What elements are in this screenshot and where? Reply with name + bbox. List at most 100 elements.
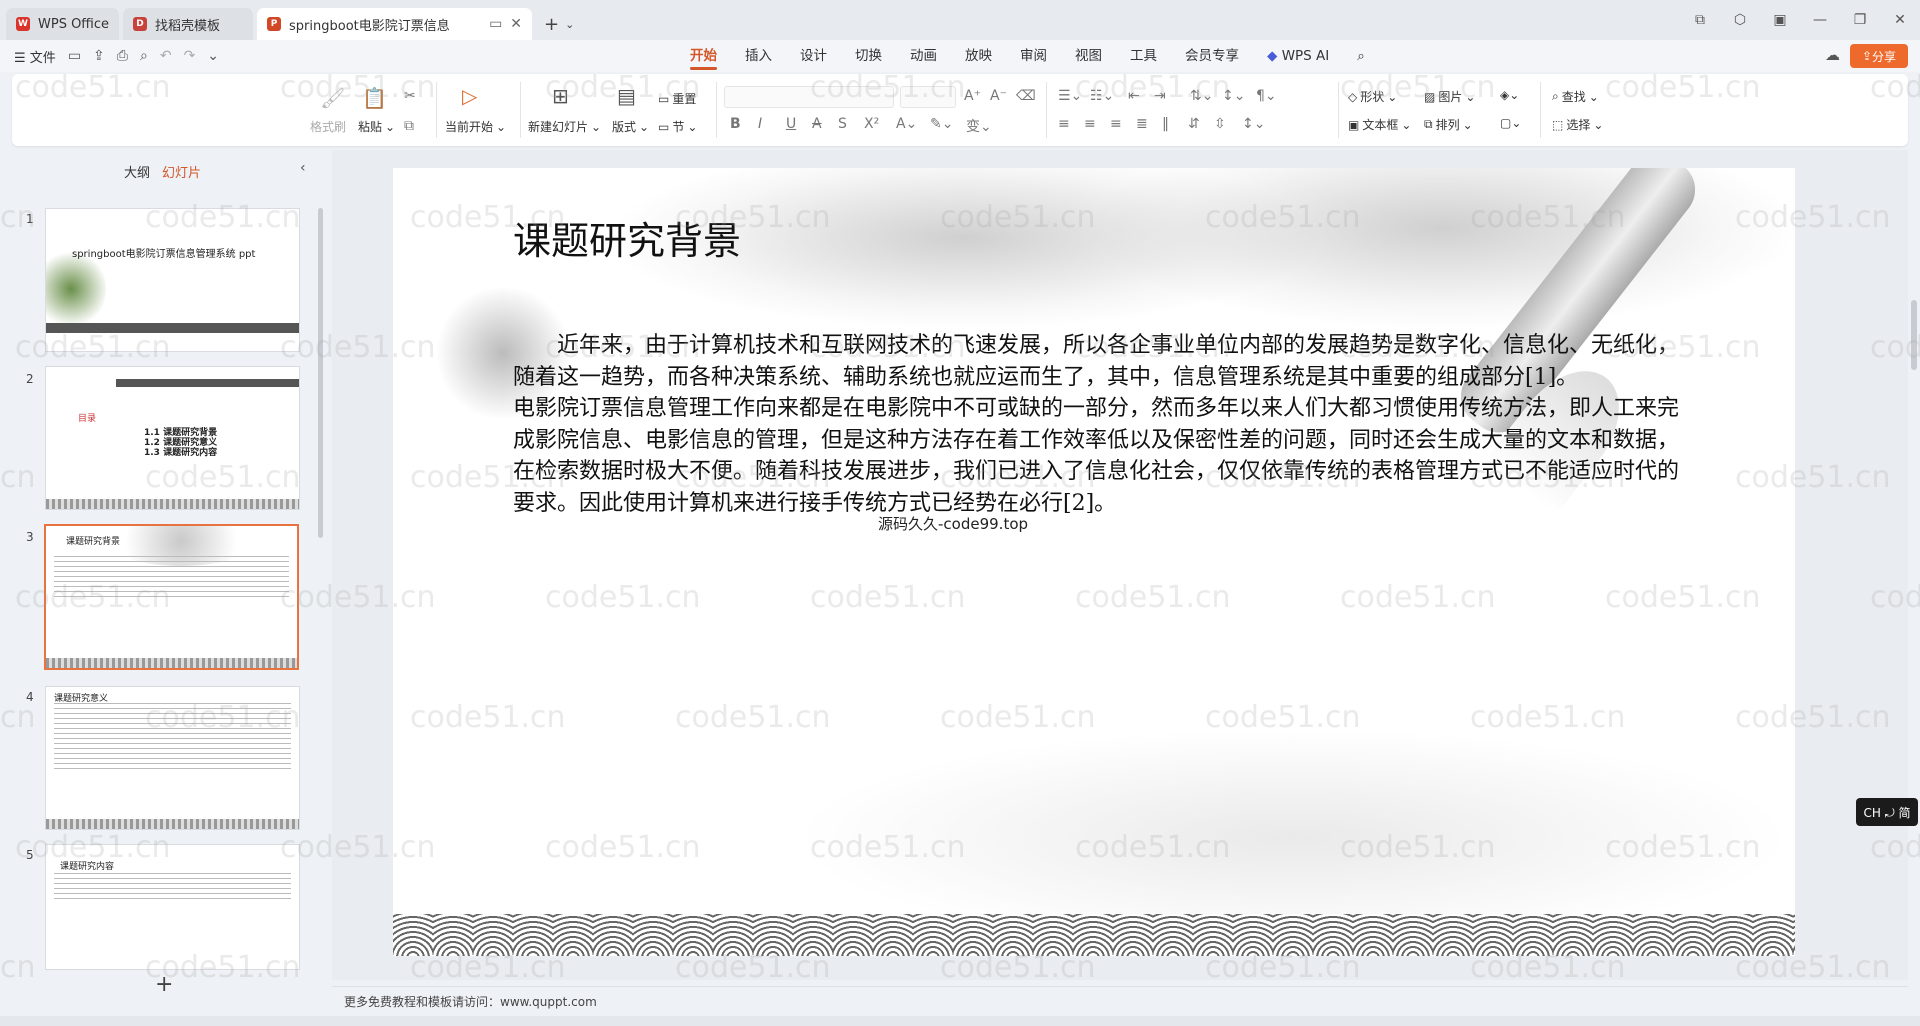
grow-font-icon[interactable]: A⁺ [964,88,981,104]
tab-wps-office[interactable]: W WPS Office [6,8,120,40]
canvas-scrollbar[interactable] [1908,150,1920,980]
tab-home[interactable]: 开始 [676,40,731,72]
find-button[interactable]: ⌕ 查找 ⌄ [1552,88,1599,105]
slide-body-textbox[interactable]: 近年来，由于计算机技术和互联网技术的飞速发展，所以各企事业单位内部的发展趋势是数… [513,330,1693,519]
tab-view[interactable]: 视图 [1061,40,1116,72]
select-button[interactable]: ⬚ 选择 ⌄ [1552,116,1603,133]
slide-thumbnail-3[interactable]: 课题研究背景 [44,524,299,670]
font-family-select[interactable] [724,86,894,108]
add-slide-button[interactable]: + [155,972,173,997]
shadow-icon[interactable]: S [838,116,847,132]
current-slide[interactable]: 课题研究背景 近年来，由于计算机技术和互联网技术的飞速发展，所以各企事业单位内部… [393,168,1795,956]
paste-button[interactable]: 粘贴 ⌄ [358,118,395,135]
tab-animation[interactable]: 动画 [896,40,951,72]
new-slide-icon[interactable]: ⊞ [552,84,569,108]
share-button[interactable]: ⇪ 分享 [1850,44,1908,68]
underline-icon[interactable]: U [786,116,796,132]
picture-button[interactable]: ▨ 图片 ⌄ [1424,88,1475,105]
tab-transition[interactable]: 切换 [841,40,896,72]
align-right-icon[interactable]: ≡ [1110,116,1122,132]
cut-icon[interactable]: ✂ [404,88,416,104]
clear-format-icon[interactable]: ⌫ [1016,88,1036,104]
decrease-indent-icon[interactable]: ⇤ [1128,88,1140,104]
outline-button[interactable]: ▢⌄ [1500,116,1521,130]
cloud-icon[interactable]: ☁ [1825,46,1840,64]
format-painter-button[interactable]: 格式刷 [310,118,346,135]
slides-tab[interactable]: 幻灯片 [162,162,201,181]
restore-icon[interactable]: ❐ [1840,12,1880,28]
increase-indent-icon[interactable]: ⇥ [1154,88,1166,104]
redo-icon[interactable]: ↷ [184,48,196,64]
align-center-icon[interactable]: ≡ [1084,116,1096,132]
textbox-button[interactable]: ▣ 文本框 ⌄ [1348,116,1411,133]
bold-icon[interactable]: B [730,116,741,132]
save-icon[interactable]: ▭ [68,48,81,64]
panel-scrollbar[interactable] [318,208,323,538]
strikethrough-icon[interactable]: A [812,116,822,132]
cube-icon[interactable]: ⬡ [1720,12,1760,28]
slide-thumbnail-5[interactable]: 课题研究内容 [45,844,300,970]
play-icon[interactable]: ▷ [462,84,477,108]
justify-icon[interactable]: ≣ [1136,116,1148,132]
phonetic-icon[interactable]: 变⌄ [966,116,992,136]
tab-review[interactable]: 审阅 [1006,40,1061,72]
avatar[interactable]: ▣ [1760,12,1800,28]
tab-daoke-template[interactable]: D 找稻壳模板 [123,8,254,40]
undo-icon[interactable]: ↶ [160,48,172,64]
monitor-icon[interactable]: ▭ [489,16,502,32]
reset-button[interactable]: ▭ 重置 [658,90,696,107]
section-button[interactable]: ▭ 节 ⌄ [658,118,697,135]
vertical-align-icon[interactable]: ⇳ [1214,116,1226,132]
columns-icon[interactable]: ‖ [1162,116,1169,132]
paragraph-icon[interactable]: ¶⌄ [1256,88,1277,104]
print-icon[interactable]: ⎙ [117,48,128,64]
spacing-icon[interactable]: ⇵ [1188,116,1200,132]
search-icon[interactable]: ⌕ [1343,40,1379,72]
align-left-icon[interactable]: ≡ [1058,116,1070,132]
layout-icon[interactable]: ▤ [617,84,636,108]
font-size-select[interactable] [900,86,956,108]
tab-insert[interactable]: 插入 [731,40,786,72]
tab-member[interactable]: 会员专享 [1171,40,1253,72]
font-color-icon[interactable]: A⌄ [896,116,917,132]
slide-thumbnail-1[interactable]: springboot电影院订票信息管理系统 ppt [45,208,300,352]
collapse-panel-icon[interactable]: ‹ [300,160,306,176]
tab-slideshow[interactable]: 放映 [951,40,1006,72]
play-current-button[interactable]: 当前开始 ⌄ [445,118,506,135]
tab-presentation[interactable]: P springboot电影院订票信息 ▭ ✕ [257,8,533,40]
paste-icon[interactable]: 📋 [362,86,387,110]
scroll-thumb[interactable] [1911,300,1917,370]
more-icon[interactable]: ⌄ [207,48,219,64]
close-tab-icon[interactable]: ✕ [510,16,522,32]
line-spacing-2-icon[interactable]: ↕⌄ [1242,116,1265,132]
bullet-list-icon[interactable]: ☰⌄ [1058,88,1082,104]
export-icon[interactable]: ⇪ [93,48,105,64]
italic-icon[interactable]: I [758,116,762,132]
ime-indicator[interactable]: CH ⤾ 简 [1856,798,1918,826]
new-slide-button[interactable]: 新建幻灯片 ⌄ [528,118,601,135]
text-direction-icon[interactable]: ⇅⌄ [1190,88,1213,104]
minimize-icon[interactable]: — [1800,12,1840,28]
wps-ai-button[interactable]: ◆ WPS AI [1253,40,1343,72]
notes-area[interactable]: 更多免费教程和模板请访问：www.quppt.com [332,986,1908,1016]
fill-button[interactable]: ◈⌄ [1500,88,1519,102]
arrange-button[interactable]: ⧉ 排列 ⌄ [1424,116,1473,133]
outline-tab[interactable]: 大纲 [124,162,150,181]
format-painter-icon[interactable]: 🖌 [320,86,345,110]
copy-icon[interactable]: ⧉ [404,118,414,134]
slide-thumbnail-2[interactable]: 目录 1.1 课题研究背景 1.2 课题研究意义 1.3 课题研究内容 [45,366,300,510]
shape-button[interactable]: ◇ 形状 ⌄ [1348,88,1397,105]
line-spacing-icon[interactable]: ↕⌄ [1222,88,1245,104]
highlight-icon[interactable]: ✎⌄ [930,116,953,132]
preview-icon[interactable]: ⌕ [140,48,148,64]
tab-tools[interactable]: 工具 [1116,40,1171,72]
tab-design[interactable]: 设计 [786,40,841,72]
slide-title[interactable]: 课题研究背景 [513,210,741,265]
new-tab-button[interactable]: + ⌄ [536,8,582,40]
tile-icon[interactable]: ⧉ [1680,12,1720,28]
numbered-list-icon[interactable]: ☷⌄ [1090,88,1114,104]
file-menu[interactable]: ☰ 文件 [14,47,56,66]
close-window-icon[interactable]: ✕ [1880,12,1920,28]
superscript-icon[interactable]: X² [864,116,879,132]
layout-button[interactable]: 版式 ⌄ [612,118,649,135]
